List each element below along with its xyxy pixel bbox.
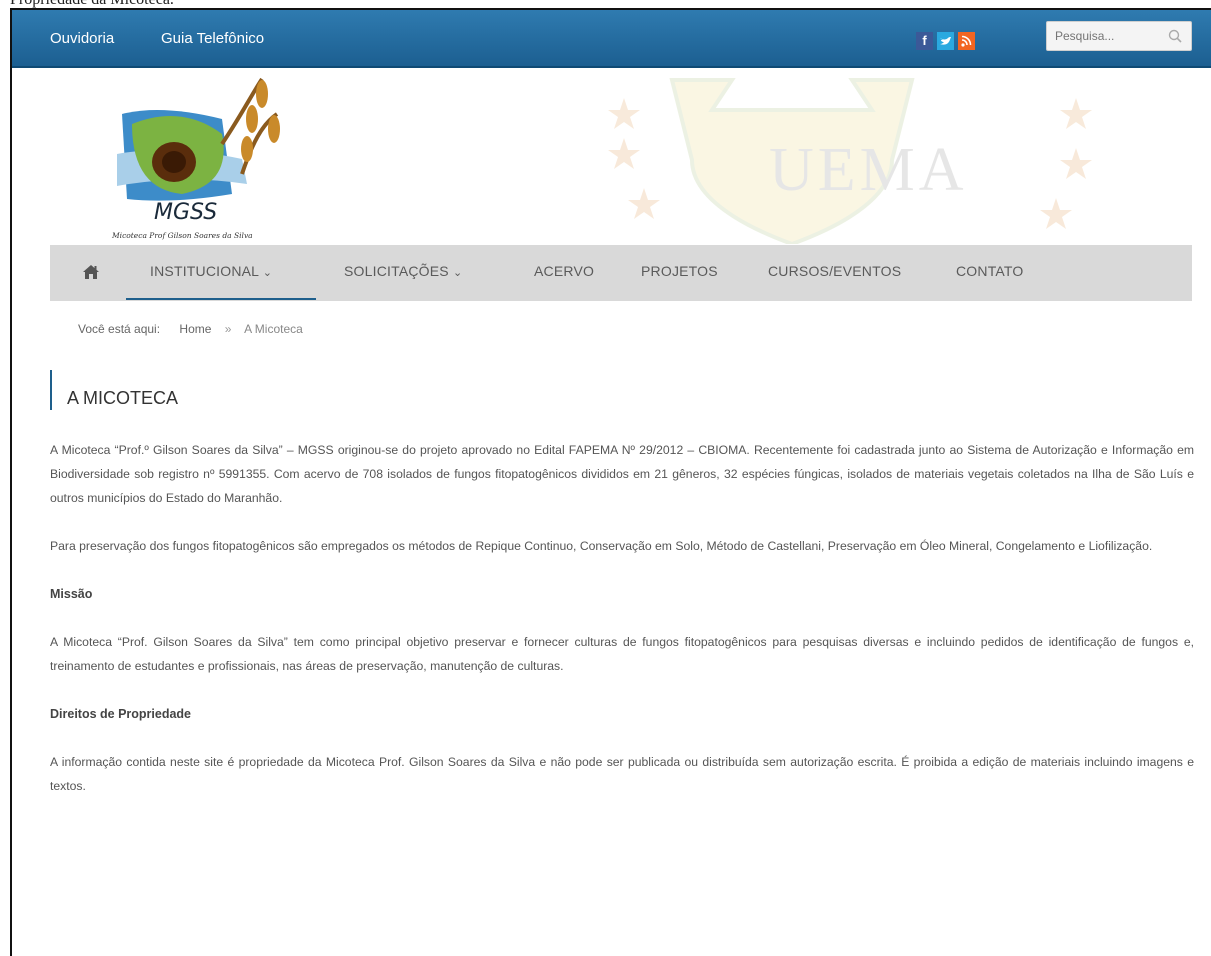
link-ouvidoria[interactable]: Ouvidoria <box>50 30 114 47</box>
active-nav-indicator <box>126 298 316 300</box>
search-box <box>1046 21 1192 51</box>
nav-label: SOLICITAÇÕES <box>344 263 449 279</box>
page-title: A MICOTECA <box>67 388 179 408</box>
nav-item-contato[interactable]: CONTATO <box>956 263 1024 279</box>
breadcrumb-separator: » <box>224 322 232 336</box>
nav-item-acervo[interactable]: ACERVO <box>534 263 594 279</box>
heading-missao: Missão <box>50 587 93 601</box>
paragraph-preservation: Para preservação dos fungos fitopatogêni… <box>50 539 1153 553</box>
browser-page: Ouvidoria Guia Telefônico f UEMA <box>10 8 1211 956</box>
breadcrumb-prefix: Você está aqui: <box>78 322 161 336</box>
nav-item-institucional[interactable]: INSTITUCIONAL ⌄ <box>150 263 272 279</box>
chevron-down-icon: ⌄ <box>262 267 273 279</box>
nav-item-projetos[interactable]: PROJETOS <box>641 263 718 279</box>
header-banner: UEMA MGSS Micoteca Prof Gilson Soares da… <box>12 70 1211 244</box>
breadcrumb-home[interactable]: Home <box>179 322 211 336</box>
title-accent-bar <box>50 370 52 410</box>
paragraph-direitos: A informação contida neste site é propri… <box>50 755 1194 793</box>
home-icon[interactable] <box>82 264 100 284</box>
main-navigation: INSTITUCIONAL ⌄ SOLICITAÇÕES ⌄ ACERVO PR… <box>50 245 1192 301</box>
heading-direitos: Direitos de Propriedade <box>50 707 192 721</box>
search-input[interactable] <box>1055 27 1155 45</box>
nav-item-cursos-eventos[interactable]: CURSOS/EVENTOS <box>768 263 901 279</box>
nav-label: INSTITUCIONAL <box>150 263 259 279</box>
breadcrumb-current: A Micoteca <box>244 322 303 336</box>
rss-icon[interactable] <box>958 32 975 50</box>
mgss-logo: MGSS Micoteca Prof Gilson Soares da Silv… <box>111 77 280 240</box>
twitter-icon[interactable] <box>937 32 954 50</box>
facebook-icon[interactable]: f <box>916 32 933 50</box>
link-guia-telefonico[interactable]: Guia Telefônico <box>161 30 264 47</box>
paragraph-missao: A Micoteca “Prof. Gilson Soares da Silva… <box>50 635 1194 673</box>
watermark-text: UEMA <box>769 136 968 204</box>
paragraph-intro: A Micoteca “Prof.º Gilson Soares da Silv… <box>50 443 1194 505</box>
logo-title: MGSS <box>154 200 217 225</box>
search-icon[interactable] <box>1167 28 1183 48</box>
article-content: A Micoteca “Prof.º Gilson Soares da Silv… <box>50 438 1194 798</box>
breadcrumb: Você está aqui: Home » A Micoteca <box>78 322 313 336</box>
top-bar: Ouvidoria Guia Telefônico f <box>12 10 1211 68</box>
logo-subtitle: Micoteca Prof Gilson Soares da Silva <box>111 231 253 240</box>
nav-item-solicitacoes[interactable]: SOLICITAÇÕES ⌄ <box>344 263 462 279</box>
chevron-down-icon: ⌄ <box>452 267 463 279</box>
